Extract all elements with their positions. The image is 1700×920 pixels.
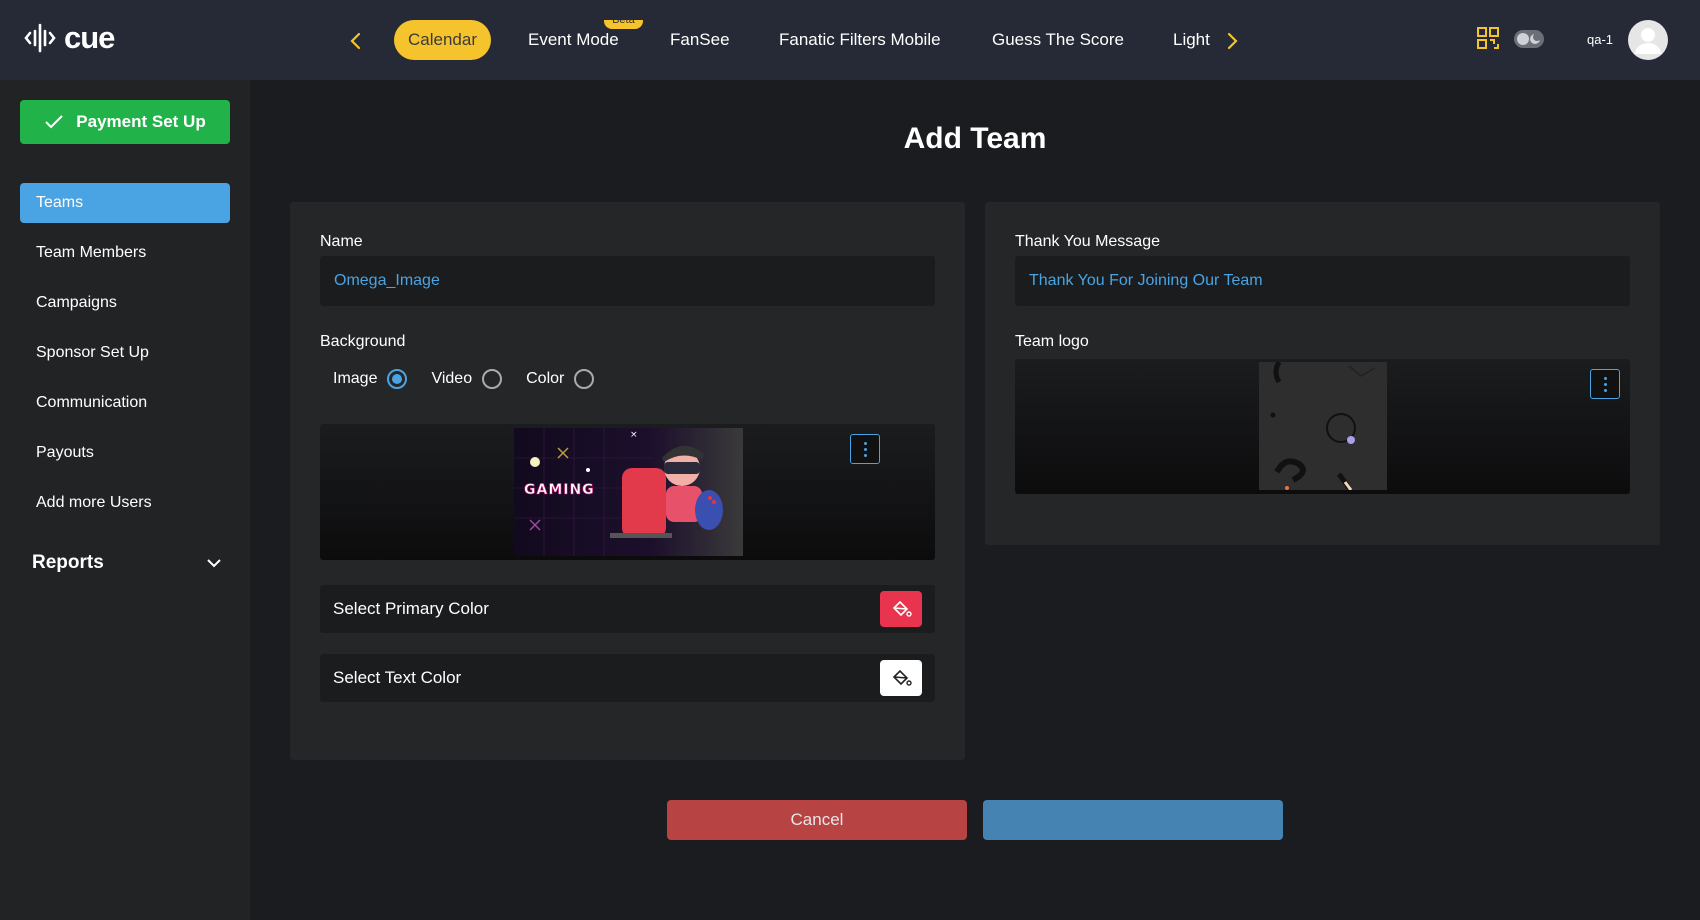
payment-setup-button[interactable]: Payment Set Up xyxy=(20,100,230,144)
sidebar-item-label: Teams xyxy=(36,194,84,211)
background-image-preview: × GAMING xyxy=(320,424,935,560)
background-image-menu-button[interactable] xyxy=(850,434,880,464)
chevron-down-icon xyxy=(207,559,221,568)
thank-you-label: Thank You Message xyxy=(1015,233,1160,250)
sidebar-item-campaigns[interactable]: Campaigns xyxy=(20,283,230,323)
background-image: × GAMING xyxy=(514,428,743,556)
tab-label: FanSee xyxy=(670,30,730,49)
page-title: Add Team xyxy=(903,122,1047,155)
tab-fanatic-filters-mobile[interactable]: Fanatic Filters Mobile xyxy=(779,20,941,60)
primary-color-label: Select Primary Color xyxy=(333,599,489,618)
tab-label: Light xyxy=(1173,30,1210,49)
text-color-label: Select Text Color xyxy=(333,668,462,687)
checkmark-icon xyxy=(45,115,63,129)
svg-text:×: × xyxy=(630,430,638,440)
name-input[interactable]: Omega_Image xyxy=(320,256,935,306)
kebab-dot xyxy=(1603,382,1607,386)
sidebar-item-payouts[interactable]: Payouts xyxy=(20,433,230,473)
theme-toggle-icon xyxy=(1514,30,1544,48)
beta-badge: Beta xyxy=(604,20,643,29)
paint-bucket-icon xyxy=(892,600,912,617)
tab-label: Fanatic Filters Mobile xyxy=(779,30,941,49)
nav-next-button[interactable] xyxy=(1220,26,1244,56)
tab-guess-the-score[interactable]: Guess The Score xyxy=(992,20,1124,60)
user-name: qa-1 xyxy=(1587,32,1614,47)
kebab-dot xyxy=(863,441,867,445)
waveform-icon xyxy=(24,23,56,53)
tab-label: Guess The Score xyxy=(992,30,1124,49)
sidebar-item-add-more-users[interactable]: Add more Users xyxy=(20,483,230,523)
thank-you-input[interactable]: Thank You For Joining Our Team xyxy=(1015,256,1630,306)
save-button[interactable] xyxy=(983,800,1283,840)
brand-name: cue xyxy=(64,20,115,55)
qr-code-button[interactable] xyxy=(1476,26,1502,57)
team-logo-menu-button[interactable] xyxy=(1590,369,1620,399)
user-icon xyxy=(1635,28,1661,54)
nav-tabs: Calendar Event Mode Beta FanSee Fanatic … xyxy=(392,20,1214,60)
radio-video[interactable] xyxy=(482,369,503,389)
text-color-row: Select Text Color xyxy=(320,654,935,702)
sidebar-item-communication[interactable]: Communication xyxy=(20,383,230,423)
team-logo-preview xyxy=(1015,359,1630,494)
tab-label: Event Mode xyxy=(528,30,619,49)
team-logo-label: Team logo xyxy=(1015,333,1089,350)
sidebar-item-label: Sponsor Set Up xyxy=(36,344,149,361)
name-label: Name xyxy=(320,233,363,250)
paint-bucket-icon xyxy=(892,669,912,686)
chevron-left-icon xyxy=(350,32,361,50)
team-logo-image xyxy=(1259,362,1387,490)
cancel-button[interactable]: Cancel xyxy=(667,800,967,840)
tab-light[interactable]: Light xyxy=(1173,20,1210,60)
background-label: Background xyxy=(320,333,406,350)
kebab-dot xyxy=(1603,376,1607,380)
text-color-picker[interactable] xyxy=(880,660,922,696)
gaming-text: GAMING xyxy=(524,482,595,498)
background-options: Image Video Color xyxy=(333,369,618,389)
kebab-dot xyxy=(863,453,867,457)
sidebar-reports-toggle[interactable]: Reports xyxy=(32,548,222,578)
tab-label: Calendar xyxy=(408,30,477,49)
sidebar-item-label: Add more Users xyxy=(36,494,152,511)
top-navigation-bar: cue Calendar Event Mode Beta FanSee Fana… xyxy=(0,0,1700,80)
radio-image[interactable] xyxy=(387,369,408,389)
tab-calendar[interactable]: Calendar xyxy=(394,20,491,60)
radio-label-color: Color xyxy=(526,370,565,387)
radio-label-video: Video xyxy=(431,370,473,387)
primary-color-picker[interactable] xyxy=(880,591,922,627)
kebab-dot xyxy=(863,447,867,451)
sidebar-item-label: Payouts xyxy=(36,444,94,461)
tab-fansee[interactable]: FanSee xyxy=(670,20,730,60)
nav-prev-button[interactable] xyxy=(344,26,368,56)
primary-color-row: Select Primary Color xyxy=(320,585,935,633)
sidebar-item-label: Communication xyxy=(36,394,148,411)
sidebar-item-teams[interactable]: Teams xyxy=(20,183,230,223)
reports-label: Reports xyxy=(32,552,104,573)
kebab-dot xyxy=(1603,388,1607,392)
theme-toggle[interactable] xyxy=(1513,29,1545,54)
tab-event-mode[interactable]: Event Mode Beta xyxy=(528,20,643,60)
sidebar-item-label: Team Members xyxy=(36,244,147,261)
radio-color[interactable] xyxy=(574,369,595,389)
sidebar-item-sponsor-set-up[interactable]: Sponsor Set Up xyxy=(20,333,230,373)
chevron-right-icon xyxy=(1227,32,1238,50)
avatar[interactable] xyxy=(1628,20,1668,60)
sidebar: Payment Set Up Teams Team Members Campai… xyxy=(0,80,250,920)
payment-setup-label: Payment Set Up xyxy=(76,112,206,131)
radio-label-image: Image xyxy=(333,370,378,387)
qr-code-icon xyxy=(1477,27,1499,49)
sidebar-item-team-members[interactable]: Team Members xyxy=(20,233,230,273)
sidebar-item-label: Campaigns xyxy=(36,294,117,311)
brand-logo[interactable]: cue xyxy=(24,20,115,56)
